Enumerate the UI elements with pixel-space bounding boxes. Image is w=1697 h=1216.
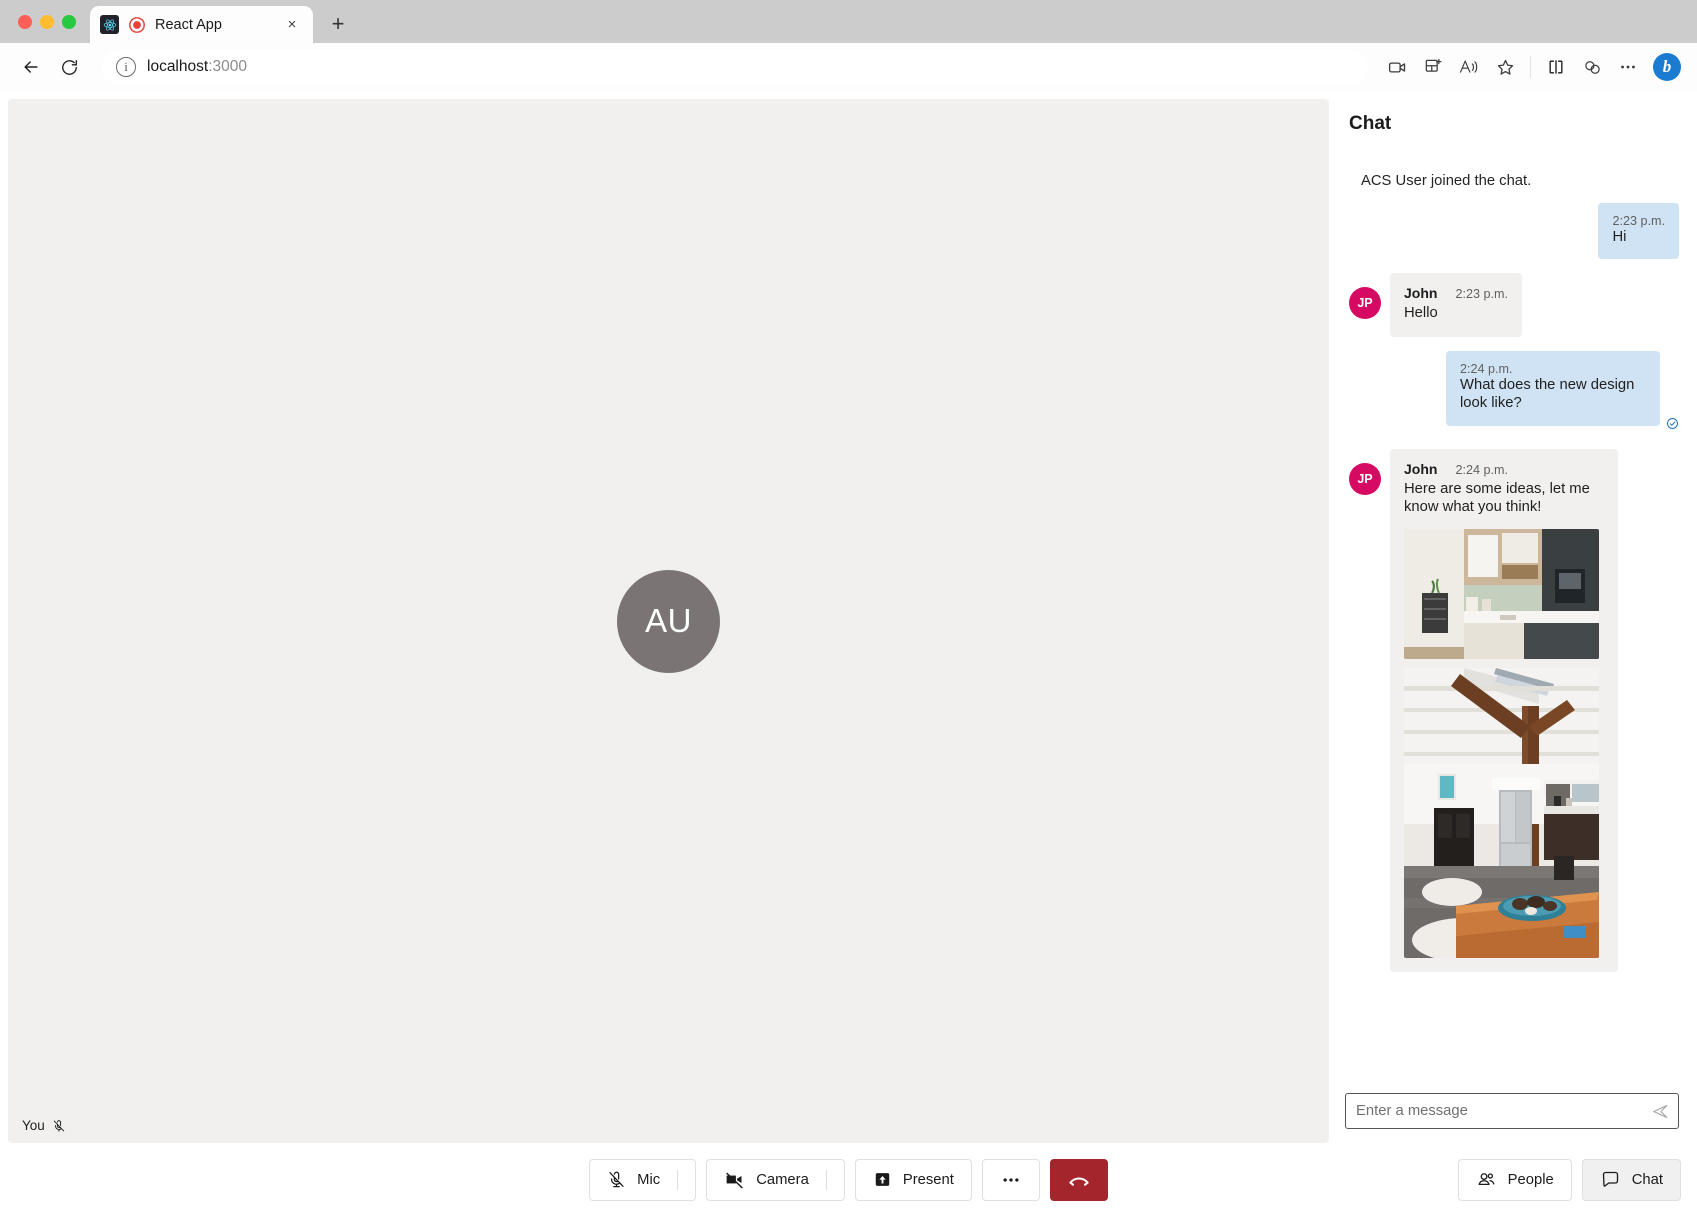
browser-tab-title: React App (155, 17, 272, 33)
chat-button[interactable]: Chat (1582, 1159, 1681, 1201)
camera-button-label: Camera (756, 1172, 809, 1188)
camera-off-icon (724, 1169, 745, 1190)
message-timestamp: 2:23 p.m. (1612, 214, 1665, 228)
close-tab-button[interactable]: × (281, 14, 303, 36)
message-input-wrapper[interactable] (1345, 1093, 1679, 1129)
chat-composer (1345, 1083, 1679, 1143)
back-button[interactable] (14, 50, 48, 84)
end-call-icon (1067, 1168, 1091, 1192)
message-input[interactable] (1356, 1103, 1647, 1119)
incoming-message-bubble: John 2:23 p.m. Hello (1390, 273, 1522, 336)
message-timestamp: 2:24 p.m. (1455, 463, 1508, 477)
incoming-message-bubble: John 2:24 p.m. Here are some ideas, let … (1390, 449, 1618, 972)
new-tab-button[interactable]: + (323, 9, 353, 39)
present-button-label: Present (903, 1172, 954, 1188)
message-sender: John (1404, 461, 1437, 477)
video-stage-container: AU You (0, 91, 1329, 1143)
mic-off-icon (52, 1119, 66, 1133)
more-options-button[interactable] (982, 1159, 1040, 1201)
message-timestamp: 2:24 p.m. (1460, 362, 1646, 376)
chat-panel-title: Chat (1345, 91, 1679, 135)
record-icon (128, 16, 146, 34)
browser-window: React App × + i localhost:3000 (0, 0, 1697, 1216)
info-icon[interactable]: i (116, 57, 136, 77)
call-controls-center: Mic Camera (0, 1159, 1697, 1201)
chat-button-label: Chat (1632, 1172, 1663, 1188)
mic-button[interactable]: Mic (589, 1159, 696, 1201)
more-options-icon (1000, 1169, 1022, 1191)
chat-message-row: 2:23 p.m. Hi (1345, 203, 1679, 259)
chat-message-list[interactable]: ACS User joined the chat. 2:23 p.m. Hi J… (1345, 135, 1679, 1083)
address-bar[interactable]: i localhost:3000 (102, 50, 1368, 84)
browser-tab[interactable]: React App × (90, 6, 313, 43)
camera-split-divider[interactable] (826, 1170, 827, 1190)
favorite-star-icon[interactable] (1488, 50, 1522, 84)
profile-avatar[interactable]: b (1653, 53, 1681, 81)
outgoing-message-bubble: 2:23 p.m. Hi (1598, 203, 1679, 259)
send-icon[interactable] (1647, 1102, 1670, 1121)
mic-split-divider[interactable] (677, 1170, 678, 1190)
outgoing-message-bubble: 2:24 p.m. What does the new design look … (1446, 351, 1660, 426)
message-meta: John 2:23 p.m. (1404, 285, 1508, 301)
kitchen-photo[interactable] (1404, 529, 1599, 659)
read-receipt-icon (1666, 417, 1679, 435)
close-window-button[interactable] (18, 15, 32, 29)
browser-nav-bar: i localhost:3000 (0, 43, 1697, 91)
browser-tab-bar: React App × + (0, 0, 1697, 43)
react-logo-icon (100, 15, 119, 34)
maximize-window-button[interactable] (62, 15, 76, 29)
call-controls-right: People Chat (1458, 1159, 1681, 1201)
local-participant-label: You (22, 1118, 66, 1133)
calling-app: AU You (0, 91, 1697, 1143)
minimize-window-button[interactable] (40, 15, 54, 29)
video-call-icon[interactable] (1380, 50, 1414, 84)
message-attachments (1404, 529, 1604, 958)
chat-icon (1600, 1169, 1621, 1190)
chat-message-row: JP John 2:23 p.m. Hello (1345, 273, 1679, 336)
read-aloud-icon[interactable] (1452, 50, 1486, 84)
chat-system-message: ACS User joined the chat. (1345, 173, 1679, 189)
chat-message-row: 2:24 p.m. What does the new design look … (1345, 351, 1679, 435)
video-stage: AU You (8, 99, 1329, 1143)
message-text: Hi (1612, 228, 1665, 246)
camera-button[interactable]: Camera (706, 1159, 845, 1201)
window-traffic-lights (14, 0, 90, 43)
toolbar-divider (1530, 56, 1531, 78)
chat-message-row: JP John 2:24 p.m. Here are some ideas, l… (1345, 449, 1679, 972)
living-room-photo[interactable] (1404, 668, 1599, 958)
split-screen-icon[interactable] (1539, 50, 1573, 84)
present-button[interactable]: Present (855, 1159, 972, 1201)
people-button-label: People (1508, 1172, 1554, 1188)
page-content: AU You (0, 91, 1697, 1216)
mic-off-icon (607, 1170, 626, 1189)
chat-panel: Chat ACS User joined the chat. 2:23 p.m.… (1329, 91, 1697, 1143)
people-icon (1476, 1169, 1497, 1190)
avatar: JP (1349, 463, 1381, 495)
local-participant-name: You (22, 1118, 45, 1133)
message-text: What does the new design look like? (1460, 376, 1646, 413)
avatar: JP (1349, 287, 1381, 319)
address-bar-url: localhost:3000 (147, 58, 247, 76)
end-call-button[interactable] (1050, 1159, 1108, 1201)
people-button[interactable]: People (1458, 1159, 1572, 1201)
message-sender: John (1404, 285, 1437, 301)
browser-toolbar: b (1380, 50, 1683, 84)
collections-add-icon[interactable] (1416, 50, 1450, 84)
message-text: Here are some ideas, let me know what yo… (1404, 480, 1604, 517)
mic-button-label: Mic (637, 1172, 660, 1188)
browser-essentials-icon[interactable] (1575, 50, 1609, 84)
call-control-bar: Mic Camera (0, 1143, 1697, 1216)
message-meta: John 2:24 p.m. (1404, 461, 1604, 477)
settings-more-icon[interactable] (1611, 50, 1645, 84)
reload-button[interactable] (52, 50, 86, 84)
message-timestamp: 2:23 p.m. (1455, 287, 1508, 301)
remote-participant-avatar: AU (617, 570, 720, 673)
message-text: Hello (1404, 304, 1508, 322)
share-screen-icon (873, 1170, 892, 1189)
